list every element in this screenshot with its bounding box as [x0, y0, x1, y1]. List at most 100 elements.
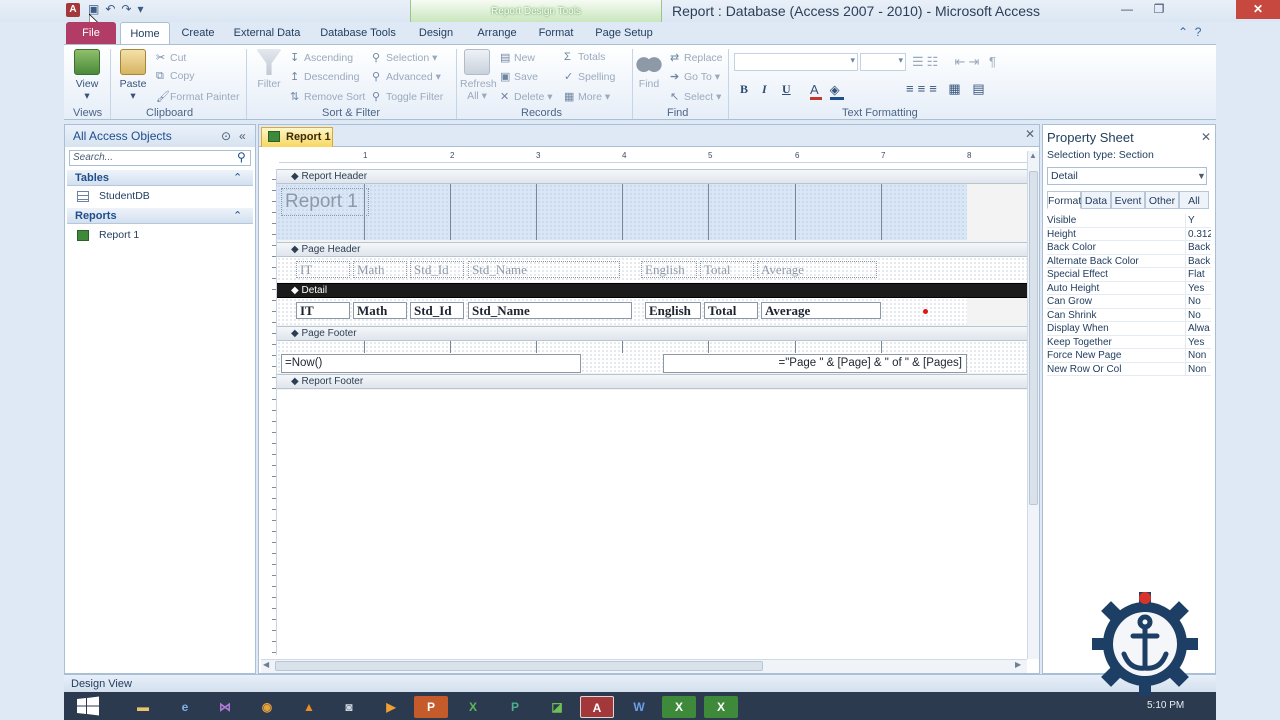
visual-studio-icon[interactable]: ⋈ [208, 696, 242, 718]
excel-icon[interactable]: X [456, 696, 490, 718]
scroll-up-icon[interactable]: ▲ [1029, 151, 1038, 163]
tab-event[interactable]: Event [1111, 191, 1145, 209]
footer-now-textbox[interactable]: =Now() [281, 354, 581, 373]
property-row-keep-together[interactable]: Keep Together Yes [1047, 335, 1211, 349]
section-report-header[interactable]: Report 1 [277, 184, 967, 240]
save-record-button[interactable]: ▣ Save [500, 70, 538, 83]
tab-database-tools[interactable]: Database Tools [316, 22, 400, 44]
footer-page-textbox[interactable]: ="Page " & [Page] & " of " & [Pages] [663, 354, 967, 373]
property-row-visible[interactable]: Visible Y [1047, 214, 1211, 228]
property-row-back-color[interactable]: Back Color Back [1047, 241, 1211, 255]
customize-qat-icon[interactable]: ▾ [137, 2, 149, 16]
replace-button[interactable]: ⇄ Replace [670, 51, 723, 64]
align-buttons[interactable]: ≡≡≡ ▦ ▤ [906, 81, 989, 97]
minimize-icon[interactable]: — [1112, 0, 1142, 19]
property-row-special-effect[interactable]: Special Effect Flat [1047, 268, 1211, 282]
header-label-math[interactable]: Math [353, 261, 407, 278]
field-total[interactable]: Total [704, 302, 758, 319]
horizontal-scroll-thumb[interactable] [275, 661, 763, 671]
undo-icon[interactable]: ↶ [105, 2, 121, 16]
tab-data[interactable]: Data [1081, 191, 1111, 209]
section-page-header[interactable]: IT Math Std_Id Std_Name English Total Av… [277, 257, 1027, 282]
property-row-can-grow[interactable]: Can Grow No [1047, 295, 1211, 309]
tab-page-setup[interactable]: Page Setup [592, 22, 656, 44]
remove-sort-button[interactable]: ⇅ Remove Sort [290, 90, 365, 103]
property-row-can-shrink[interactable]: Can Shrink No [1047, 308, 1211, 322]
vertical-scroll-thumb[interactable] [1029, 171, 1038, 505]
more-button[interactable]: ▦ More ▾ [564, 90, 610, 103]
chevron-down-icon[interactable]: ⊙ [221, 125, 231, 147]
property-row-new-row-or-col[interactable]: New Row Or Col Non [1047, 362, 1211, 376]
section-bar-report-footer[interactable]: ◆ Report Footer [277, 374, 1027, 389]
vlc-icon[interactable]: ▲ [292, 696, 326, 718]
nav-search-input[interactable]: Search... [69, 150, 251, 166]
font-name-combo[interactable]: ▾ [734, 53, 858, 71]
format-painter-button[interactable]: 🖌Format Painter [156, 90, 239, 103]
nav-section-reports[interactable]: Reports ⌃ [67, 208, 253, 224]
find-button[interactable]: Find [634, 49, 664, 90]
redo-icon[interactable]: ↷ [121, 2, 137, 16]
chrome-icon[interactable]: ◉ [250, 696, 284, 718]
paste-button[interactable]: Paste ▾ [116, 49, 150, 102]
tab-design[interactable]: Design [414, 22, 458, 44]
project-icon[interactable]: ◪ [540, 696, 574, 718]
close-property-sheet-icon[interactable]: ✕ [1201, 130, 1211, 144]
list-buttons[interactable]: ☰☷ ⇤⇥ ¶ [912, 54, 999, 70]
totals-button[interactable]: Σ Totals [564, 51, 605, 63]
nav-item-report-1[interactable]: Report 1 [77, 227, 139, 243]
tab-all[interactable]: All [1179, 191, 1209, 209]
tab-arrange[interactable]: Arrange [474, 22, 520, 44]
header-label-std-name[interactable]: Std_Name [468, 261, 620, 278]
header-label-english[interactable]: English [641, 261, 697, 278]
field-it[interactable]: IT [296, 302, 350, 319]
nav-pane-header[interactable]: All Access Objects ⊙ « [65, 125, 255, 147]
clock[interactable]: 5:10 PM [1147, 700, 1184, 711]
section-bar-report-header[interactable]: ◆ Report Header [277, 169, 1027, 184]
section-page-footer[interactable]: =Now() ="Page " & [Page] & " of " & [Pag… [277, 341, 1027, 373]
refresh-all-button[interactable]: Refresh All ▾ [460, 49, 497, 102]
restore-icon[interactable]: ❐ [1144, 0, 1174, 19]
word-icon[interactable]: W [622, 696, 656, 718]
access-taskbar-icon[interactable]: A [580, 696, 614, 718]
powerpoint-icon[interactable]: P [414, 696, 448, 718]
tab-home[interactable]: Home [120, 22, 170, 44]
toggle-filter-button[interactable]: ⚲ Toggle Filter [372, 90, 443, 103]
delete-record-button[interactable]: ✕ Delete ▾ [500, 90, 553, 103]
excel-alt-icon[interactable]: X [662, 696, 696, 718]
scroll-left-icon[interactable]: ◀ [263, 660, 269, 669]
ie-icon[interactable]: e [168, 696, 202, 718]
report-title-label[interactable]: Report 1 [281, 188, 369, 216]
property-row-force-new-page[interactable]: Force New Page Non [1047, 349, 1211, 363]
tab-other[interactable]: Other [1145, 191, 1179, 209]
tab-create[interactable]: Create [174, 22, 222, 44]
chevron-down-icon[interactable]: ▼ [1197, 168, 1207, 184]
publisher-icon[interactable]: P [498, 696, 532, 718]
close-icon[interactable]: ✕ [1236, 0, 1280, 19]
header-label-average[interactable]: Average [757, 261, 877, 278]
doc-tab-report-1[interactable]: Report 1 [261, 127, 333, 147]
report-design-surface[interactable]: ◆ Report Header Report 1 ◆ Page Header I… [277, 169, 1027, 659]
property-row-height[interactable]: Height 0.312 [1047, 227, 1211, 241]
bold-button[interactable]: B [740, 82, 748, 97]
property-row-alternate-back-color[interactable]: Alternate Back Color Back [1047, 254, 1211, 268]
goto-button[interactable]: ➔ Go To ▾ [670, 70, 720, 83]
selection-button[interactable]: ⚲ Selection ▾ [372, 51, 437, 64]
nav-item-studentdb[interactable]: StudentDB [77, 188, 150, 204]
field-english[interactable]: English [645, 302, 701, 319]
file-explorer-icon[interactable]: ▬ [126, 696, 160, 718]
new-record-button[interactable]: ▤ New [500, 51, 535, 64]
field-std-id[interactable]: Std_Id [410, 302, 464, 319]
vertical-scrollbar[interactable]: ▲ [1027, 151, 1039, 659]
color-buttons[interactable]: A ◈ [810, 82, 844, 100]
collapse-section-icon[interactable]: ⌃ [233, 170, 242, 186]
collapse-pane-icon[interactable]: « [239, 125, 246, 147]
font-size-combo[interactable]: ▾ [860, 53, 906, 71]
section-bar-page-header[interactable]: ◆ Page Header [277, 242, 1027, 257]
select-button[interactable]: ↖ Select ▾ [670, 90, 721, 103]
header-label-std-id[interactable]: Std_Id [410, 261, 464, 278]
tab-file[interactable]: File [66, 22, 116, 44]
field-math[interactable]: Math [353, 302, 407, 319]
view-button[interactable]: View ▾ [70, 49, 104, 102]
section-bar-detail[interactable]: ◆ Detail [277, 283, 1027, 298]
app-icon[interactable]: ◙ [332, 696, 366, 718]
